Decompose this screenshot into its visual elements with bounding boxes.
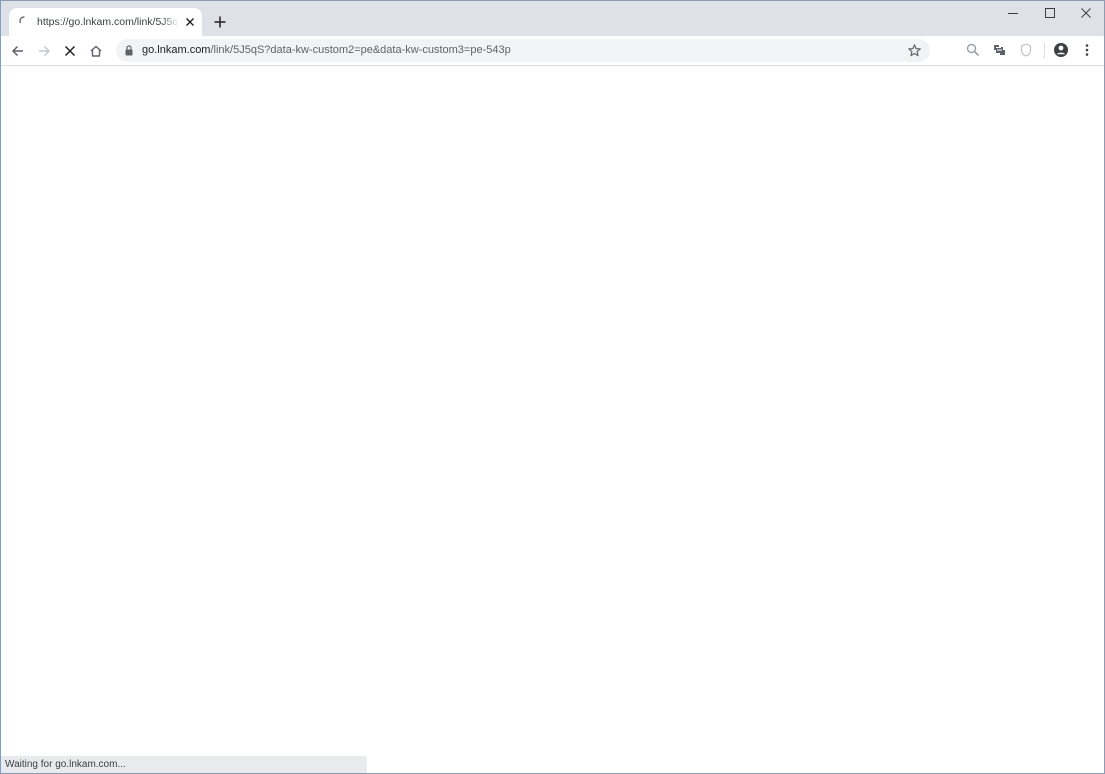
status-bubble: Waiting for go.lnkam.com...: [1, 756, 367, 773]
profile-avatar-icon[interactable]: [1051, 40, 1071, 60]
toolbar: go.lnkam.com/link/5J5qS?data-kw-custom2=…: [1, 36, 1104, 66]
extension-icon[interactable]: [990, 40, 1010, 60]
url-path: /link/5J5qS?data-kw-custom2=pe&data-kw-c…: [210, 44, 511, 56]
new-tab-plus-icon[interactable]: [211, 13, 229, 31]
tab-title: https://go.lnkam.com/link/5J5qS: [37, 16, 179, 28]
url-host: go.lnkam.com: [142, 44, 211, 56]
minimize-icon[interactable]: [995, 1, 1031, 27]
forward-arrow-icon[interactable]: [33, 40, 55, 62]
shield-extension-icon[interactable]: [1016, 40, 1036, 60]
url-text[interactable]: go.lnkam.com/link/5J5qS?data-kw-custom2=…: [142, 43, 511, 58]
address-bar[interactable]: go.lnkam.com/link/5J5qS?data-kw-custom2=…: [116, 39, 930, 62]
loading-spinner-icon: [19, 16, 29, 26]
more-menu-icon[interactable]: [1077, 40, 1097, 60]
toolbar-separator: [1044, 43, 1045, 58]
home-icon[interactable]: [85, 40, 107, 62]
back-arrow-icon[interactable]: [7, 40, 29, 62]
page-content: [1, 66, 1104, 773]
bookmark-star-icon[interactable]: [907, 43, 922, 58]
stop-loading-icon[interactable]: [59, 40, 81, 62]
browser-window: https://go.lnkam.com/link/5J5qS go.lnkam…: [0, 0, 1105, 774]
zoom-extension-icon[interactable]: [963, 40, 983, 60]
active-tab[interactable]: https://go.lnkam.com/link/5J5qS: [9, 8, 202, 36]
tab-strip: https://go.lnkam.com/link/5J5qS: [1, 1, 1104, 36]
maximize-icon[interactable]: [1032, 1, 1068, 27]
window-close-icon[interactable]: [1068, 1, 1104, 27]
lock-icon[interactable]: [124, 45, 134, 56]
tab-close-icon[interactable]: [183, 15, 197, 29]
